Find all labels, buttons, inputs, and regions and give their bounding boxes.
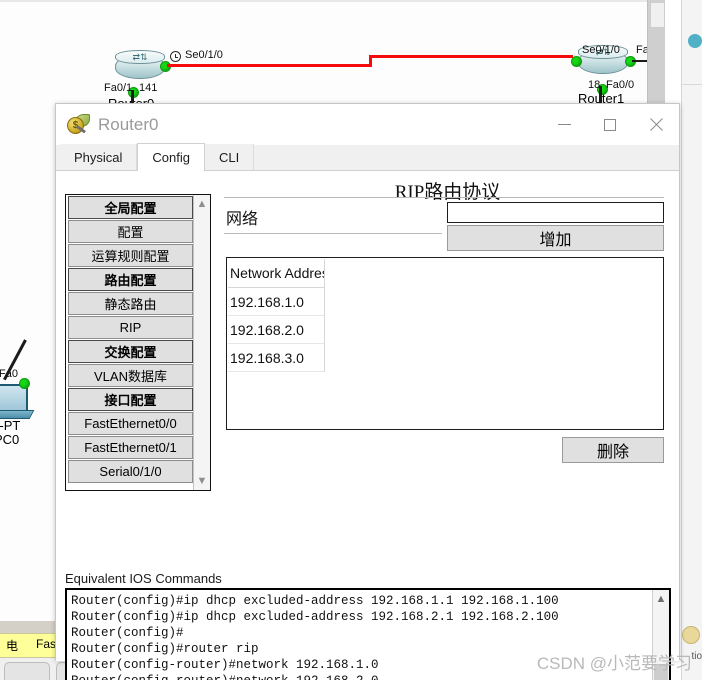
ios-scroll-up-icon[interactable]: ▲ [653,591,669,607]
workspace-top-divider [0,0,665,2]
network-field-rule [224,233,442,234]
table-row[interactable]: 192.168.3.0 [228,344,325,372]
delete-network-button[interactable]: 删除 [562,437,664,463]
taskbar-tab-1[interactable] [4,662,50,680]
watermark-tail-text: tio [691,651,702,662]
sidebar-item-rip[interactable]: RIP [68,316,193,339]
minimize-button[interactable] [541,104,587,145]
router0-label-141: 141 [139,82,158,94]
taskbar-item-power[interactable]: 电 [6,637,18,654]
serial-link-segment-1[interactable] [167,64,372,67]
sidebar-item-interface[interactable]: 接口配置 [68,388,193,411]
panel-blue-icon[interactable] [688,34,702,48]
dialog-body: 全局配置 配置 运算规则配置 路由配置 静态路由 RIP 交换配置 VLAN数据… [56,171,679,680]
screen-root: ⇄⇅ Se0/1/0 Fa0/1 141 Router0 ⇄⇅ Se0/1/0 … [0,0,702,680]
maximize-button[interactable] [587,104,633,145]
router0-label-fa0-1: Fa0/1 [104,82,133,94]
table-row[interactable]: 192.168.2.0 [228,316,325,344]
pc0-model-label: C-PT [0,418,21,433]
pc0-port-fa0-dot[interactable] [19,378,30,389]
close-button[interactable] [633,104,679,145]
config-sidebar-list: 全局配置 配置 运算规则配置 路由配置 静态路由 RIP 交换配置 VLAN数据… [66,195,195,484]
window-controls [541,104,679,145]
magnifier-coin-icon [66,113,90,136]
sidebar-item-serial0-1-0[interactable]: Serial0/1/0 [68,460,193,483]
sidebar-item-routing[interactable]: 路由配置 [68,268,193,291]
sidebar-item-fastethernet0-1[interactable]: FastEthernet0/1 [68,436,193,459]
sidebar-item-global-settings[interactable]: 全局配置 [68,196,193,219]
network-input[interactable] [447,202,664,223]
serial-link-segment-2[interactable] [369,55,573,58]
right-side-panel[interactable] [681,0,702,680]
rip-config-pane: RIP路由协议 网络 增加 Network Address 192.168.1.… [224,171,671,551]
pc0-device-name: PC0 [0,432,20,447]
router0-config-dialog[interactable]: Router0 Physical Config CLI [55,103,680,680]
tab-cli[interactable]: CLI [205,144,255,170]
router0-top: ⇄⇅ [115,50,165,64]
sidebar-item-switching[interactable]: 交换配置 [68,340,193,363]
dialog-titlebar[interactable]: Router0 [56,104,679,145]
sidebar-scrollbar[interactable]: ▲ ▼ [193,195,210,490]
dialog-tabstrip: Physical Config CLI [56,143,679,171]
table-row[interactable]: 192.168.1.0 [228,288,325,316]
tab-physical[interactable]: Physical [60,144,138,170]
workspace-scroll-thumb[interactable] [650,2,665,28]
ios-commands-label: Equivalent IOS Commands [65,571,222,586]
sidebar-item-algorithm-settings[interactable]: 运算规则配置 [68,244,193,267]
minimize-icon [557,124,571,125]
close-icon [649,118,663,132]
config-sidebar[interactable]: 全局配置 配置 运算规则配置 路由配置 静态路由 RIP 交换配置 VLAN数据… [65,194,211,491]
router1-label-fa0-0: Fa0/0 [606,79,635,91]
sidebar-item-fastethernet0-0[interactable]: FastEthernet0/0 [68,412,193,435]
rip-title-rule [224,197,664,198]
sidebar-item-static-route[interactable]: 静态路由 [68,292,193,315]
tab-config[interactable]: Config [137,143,205,171]
router1-label-se0-1-0: Se0/1/0 [582,44,620,56]
dialog-title: Router0 [98,114,159,134]
serial-clock-icon [170,51,181,62]
maximize-icon [604,118,616,131]
network-address-column: Network Address 192.168.1.0 192.168.2.0 … [228,259,325,372]
watermark-text: CSDN @小范要学习 [536,654,692,673]
table-header-network-address: Network Address [228,259,325,288]
device-router0-icon[interactable]: ⇄⇅ [115,50,165,80]
router1-port-se0-1-0-dot[interactable] [571,56,582,67]
panel-yellow-icon[interactable] [682,626,700,644]
add-network-button[interactable]: 增加 [447,225,664,251]
router0-arrows-icon: ⇄⇅ [132,52,148,62]
scroll-down-icon[interactable]: ▼ [194,473,210,489]
rip-panel-title: RIP路由协议 [394,182,501,203]
scroll-up-icon[interactable]: ▲ [194,196,210,212]
network-address-table[interactable]: Network Address 192.168.1.0 192.168.2.0 … [226,257,664,430]
device-pc0-icon[interactable] [0,384,35,419]
network-label: 网络 [226,211,259,228]
router0-label-se0-1-0: Se0/1/0 [185,49,223,61]
sidebar-item-vlan-database[interactable]: VLAN数据库 [68,364,193,387]
link-router0-to-switch[interactable] [131,90,134,104]
sidebar-item-settings[interactable]: 配置 [68,220,193,243]
panel-divider [682,84,702,85]
